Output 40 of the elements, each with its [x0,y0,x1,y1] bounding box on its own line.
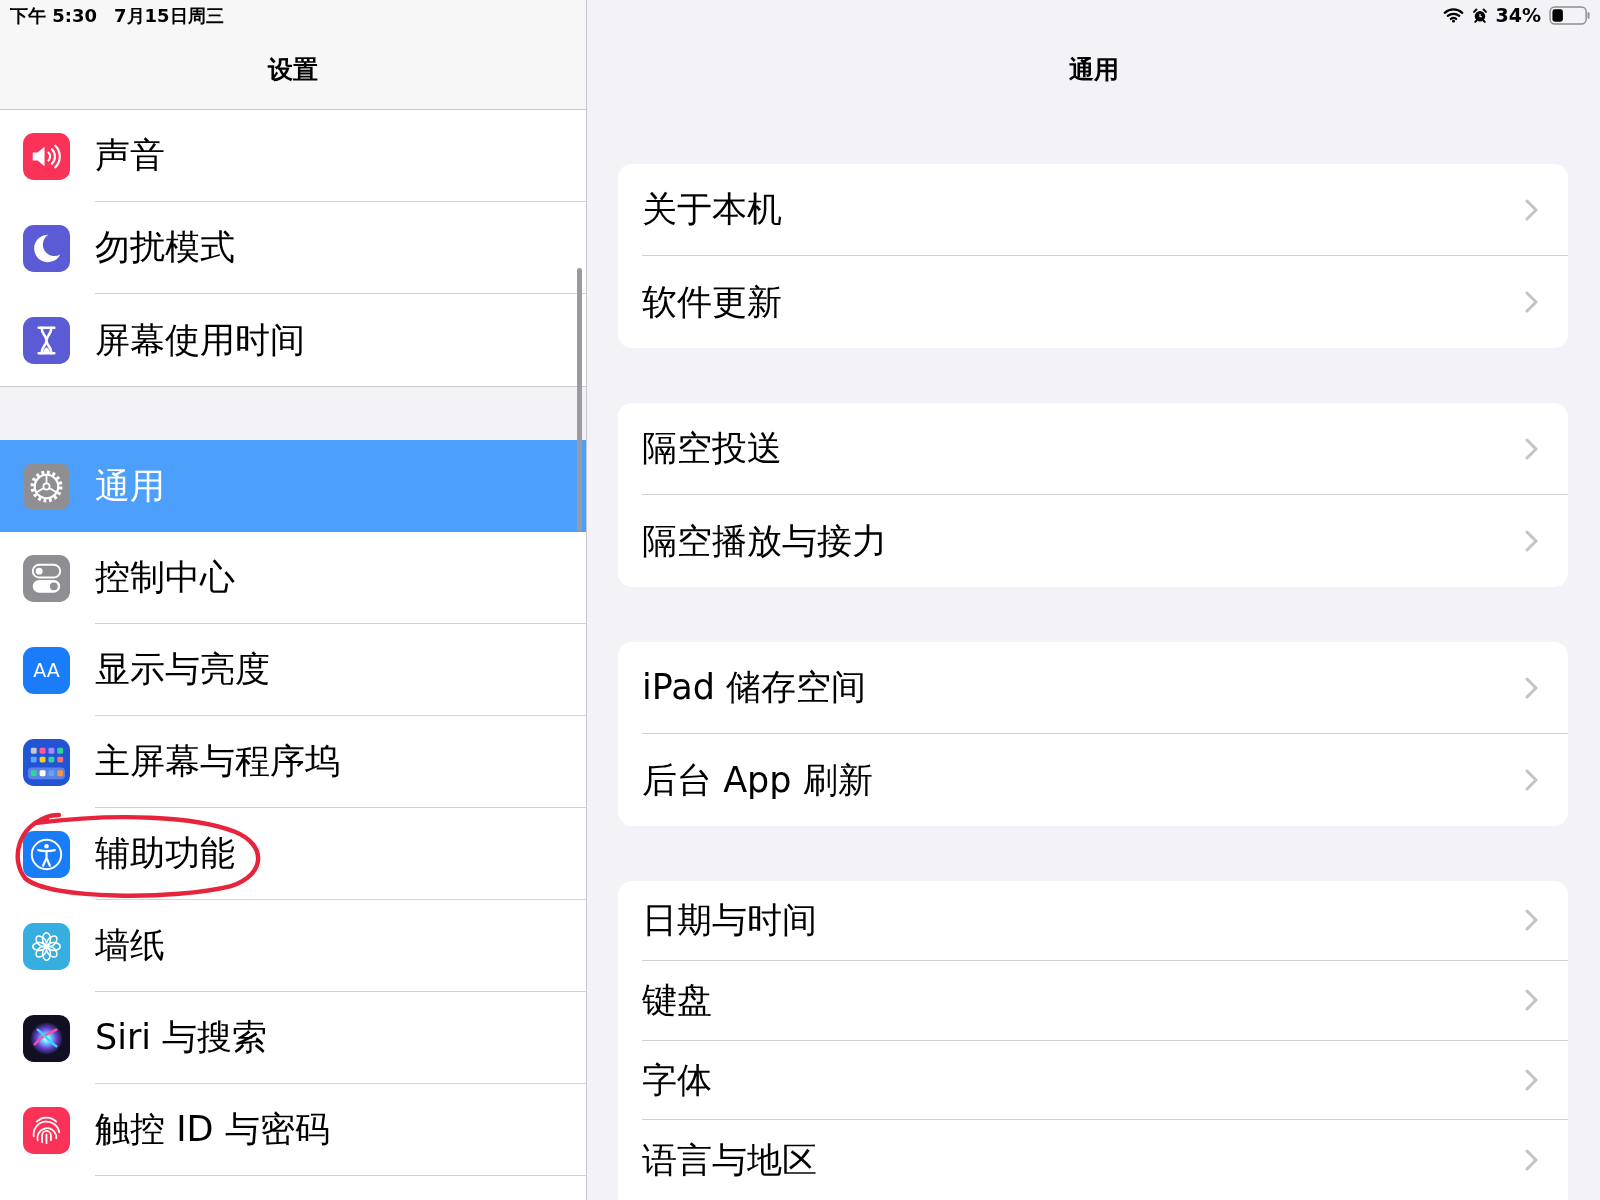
chevron-right-icon [1525,769,1538,791]
battery-icon [1549,5,1591,25]
gear-icon [23,462,70,510]
settings-row[interactable]: iPad 储存空间 [618,642,1568,734]
settings-row[interactable]: 语言与地区 [618,1120,1568,1200]
settings-row[interactable]: 后台 App 刷新 [618,734,1568,826]
page-title: 通用 [1068,54,1119,87]
hourglass-icon [23,316,70,364]
chevron-right-icon [1525,1068,1538,1091]
chevron-right-icon [1525,437,1538,460]
chevron-right-icon [1525,676,1538,699]
chevron-right-icon [1525,1149,1538,1172]
wifi-icon [1442,7,1464,23]
toggles-icon [23,554,70,602]
alarm-clock-icon [1471,6,1488,24]
text-size-icon: AA [23,646,70,694]
fingerprint-icon [23,1106,70,1154]
chevron-right-icon [1525,291,1538,313]
speaker-icon [23,132,70,180]
chevron-right-icon [1525,909,1538,932]
settings-row[interactable]: 日期与时间 [618,881,1568,961]
chevron-right-icon [1525,989,1538,1012]
settings-row[interactable]: 隔空投送 [618,403,1568,495]
moon-icon [23,224,70,272]
scrollbar[interactable] [577,268,582,531]
settings-row[interactable]: 字体 [618,1040,1568,1121]
battery-percentage: 34% [1495,2,1541,28]
siri-orb-icon [23,1014,70,1062]
chevron-right-icon [1525,530,1538,552]
settings-row[interactable]: 键盘 [618,960,1568,1041]
accessibility-icon [23,830,70,878]
settings-row[interactable]: 软件更新 [618,256,1568,348]
status-date: 7月15日周三 [114,3,224,28]
status-time: 下午 5:30 [10,3,98,28]
chevron-right-icon [1525,198,1538,221]
app-grid-icon [23,738,70,786]
sidebar-title: 设置 [268,53,318,86]
flower-icon [23,922,70,970]
settings-row[interactable]: 关于本机 [618,164,1568,256]
settings-row[interactable]: 隔空播放与接力 [618,495,1568,587]
